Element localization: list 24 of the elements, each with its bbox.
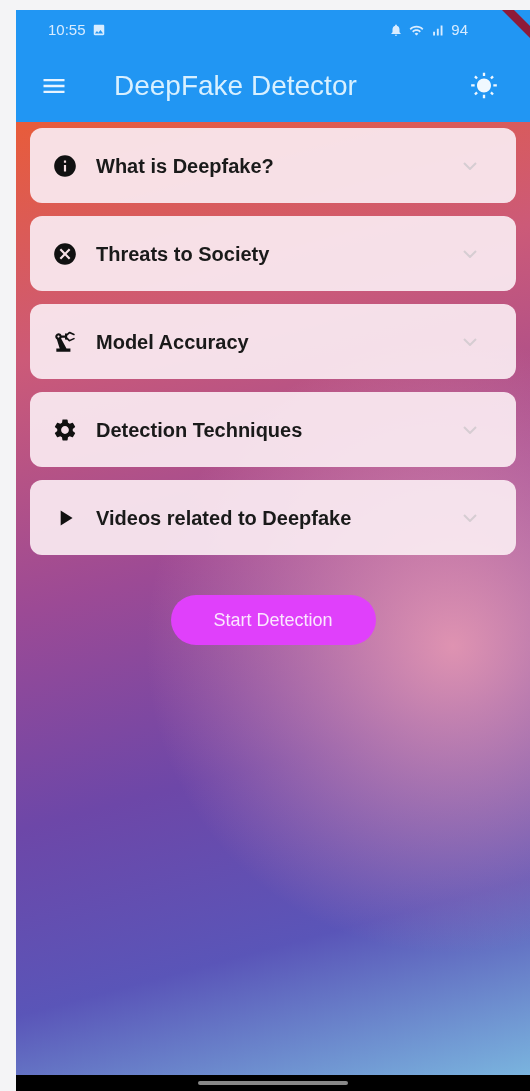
debug-ribbon (502, 10, 530, 38)
chevron-icon (463, 161, 477, 170)
section-title: Videos related to Deepfake (96, 505, 353, 531)
section-title: Threats to Society (96, 241, 271, 267)
accordion-item[interactable]: Model Accuracy (30, 304, 516, 379)
section-title: Detection Techniques (96, 417, 304, 443)
chevron-icon (463, 337, 477, 346)
gallery-icon (91, 23, 106, 37)
accordion-item[interactable]: What is Deepfake? (30, 128, 516, 203)
accordion-item[interactable]: Threats to Society (30, 216, 516, 291)
chevron-icon (463, 249, 477, 258)
status-time: 10:55 (48, 19, 86, 40)
accordion-item[interactable]: Videos related to Deepfake (30, 480, 516, 555)
chevron-icon (463, 513, 477, 522)
notification-icon (389, 23, 404, 37)
chevron-icon (463, 425, 477, 434)
accordion-item[interactable]: Detection Techniques (30, 392, 516, 467)
battery-level: 94 (451, 19, 468, 40)
cancel-icon (52, 240, 78, 267)
section-title: Model Accuracy (96, 329, 250, 355)
info-icon (52, 152, 78, 179)
app-title: DeepFake Detector (114, 69, 357, 103)
section-title: What is Deepfake? (96, 153, 275, 179)
theme-toggle-button[interactable] (470, 72, 498, 100)
